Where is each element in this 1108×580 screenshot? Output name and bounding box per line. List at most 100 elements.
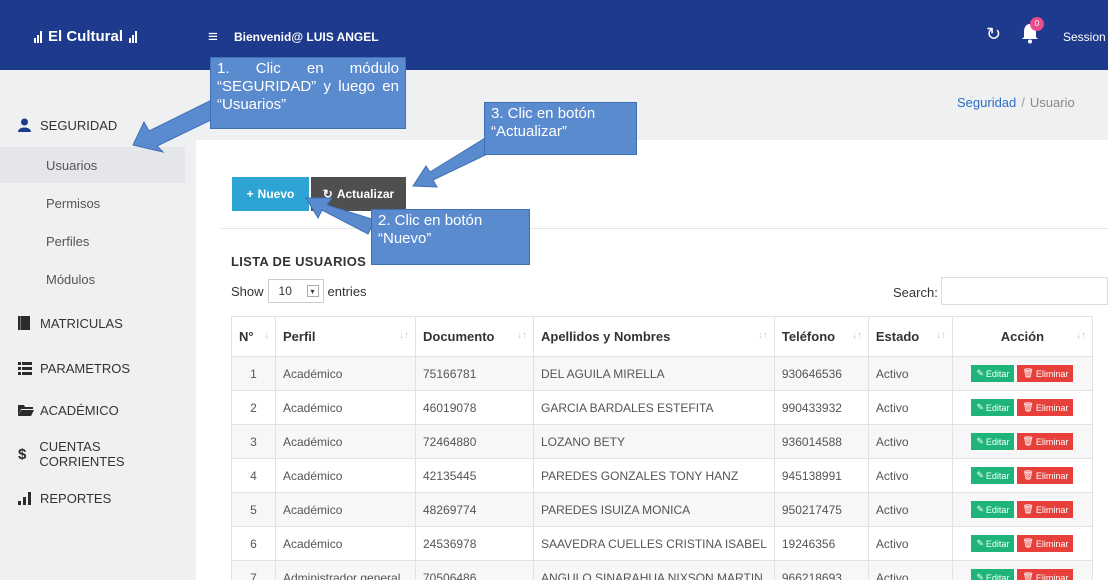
table-row: 2 Académico 46019078 GARCIA BARDALES ESTEFI…: [231, 390, 1093, 425]
refresh-icon: ↻: [322, 187, 333, 201]
cell-nombre: LOZANO BETY: [533, 424, 775, 459]
brand-logo[interactable]: El Cultural: [34, 28, 138, 45]
row-number: 7: [231, 560, 276, 580]
new-button[interactable]: + Nuevo: [232, 177, 309, 211]
delete-button-label: Eliminar: [1035, 572, 1069, 580]
cell-accion: ✎ Editar 🗑 Eliminar: [951, 356, 1093, 391]
sidebar-item-seguridad[interactable]: SEGURIDAD: [0, 107, 185, 143]
delete-button[interactable]: 🗑 Eliminar: [1017, 467, 1074, 484]
cell-estado: Activo: [867, 458, 953, 493]
cell-documento: 72464880: [415, 424, 534, 459]
sidebar-item-parametros[interactable]: PARAMETROS: [0, 350, 185, 386]
refresh-icon[interactable]: ↻: [986, 24, 1001, 45]
main-panel: + Nuevo ↻ Actualizar LISTA DE USUARIOS S…: [196, 140, 1108, 580]
column-header-telefono[interactable]: Teléfono ↓↑: [773, 316, 869, 357]
trash-icon: 🗑: [1022, 368, 1034, 378]
row-number: 5: [231, 492, 276, 527]
sidebar-subitem-permisos[interactable]: Permisos: [0, 185, 185, 221]
notification-badge: 0: [1030, 17, 1044, 31]
plus-icon: +: [246, 187, 254, 201]
delete-button-label: Eliminar: [1035, 470, 1069, 481]
breadcrumb-parent[interactable]: Seguridad: [957, 95, 1016, 110]
edit-button[interactable]: ✎ Editar: [971, 399, 1015, 416]
delete-button-label: Eliminar: [1035, 504, 1069, 515]
sidebar-subitem-usuarios[interactable]: Usuarios: [0, 147, 185, 183]
sidebar-item-cuentas-corrientes[interactable]: $ CUENTAS CORRIENTES: [0, 436, 185, 472]
column-header-estado[interactable]: Estado ↓↑: [867, 316, 953, 357]
row-actions: ✎ Editar 🗑 Eliminar: [960, 501, 1085, 518]
cell-perfil: Administrador general: [275, 560, 416, 580]
edit-button[interactable]: ✎ Editar: [971, 365, 1015, 382]
column-header-accion[interactable]: Acción ↓↑: [951, 316, 1093, 357]
cell-telefono: 930646536: [773, 356, 869, 391]
edit-button[interactable]: ✎ Editar: [971, 569, 1015, 580]
column-header-perfil[interactable]: Perfil ↓↑: [275, 316, 416, 357]
delete-button-label: Eliminar: [1035, 368, 1069, 379]
tutorial-callout-step3: 3. Clic en botón “Actualizar”: [484, 102, 637, 155]
tutorial-callout-step2: 2. Clic en botón “Nuevo”: [371, 209, 530, 265]
book-icon: [18, 316, 40, 330]
trash-icon: 🗑: [1022, 436, 1034, 446]
sidebar-item-academico[interactable]: ACADÉMICO: [0, 392, 185, 428]
cell-telefono: 945138991: [773, 458, 869, 493]
entries-select[interactable]: 10 ▾: [267, 279, 324, 303]
row-actions: ✎ Editar 🗑 Eliminar: [960, 433, 1085, 450]
hamburger-menu-button[interactable]: ≡: [208, 27, 218, 47]
sidebar-item-label: SEGURIDAD: [40, 117, 118, 133]
pencil-icon: ✎: [976, 368, 984, 378]
entries-length-control: Show 10 ▾ entries: [231, 279, 367, 303]
delete-button[interactable]: 🗑 Eliminar: [1017, 501, 1074, 518]
entries-select-value: 10: [278, 284, 292, 298]
table-row: 7 Administrador general 70506486 ANGULO SIN…: [231, 560, 1093, 580]
edit-button[interactable]: ✎ Editar: [971, 535, 1015, 552]
cell-accion: ✎ Editar 🗑 Eliminar: [951, 424, 1093, 459]
session-menu[interactable]: Session: [1063, 30, 1106, 44]
edit-button-label: Editar: [985, 402, 1010, 413]
sort-icon: ↓↑: [757, 330, 768, 341]
sidebar-subitem-perfiles[interactable]: Perfiles: [0, 223, 185, 259]
sort-icon: ↓↑: [517, 330, 527, 341]
refresh-button[interactable]: ↻ Actualizar: [311, 177, 406, 211]
trash-icon: 🗑: [1022, 402, 1034, 412]
column-header-documento[interactable]: Documento ↓↑: [415, 316, 534, 357]
row-number: 3: [231, 424, 276, 459]
sort-icon: ↓↑: [1075, 330, 1086, 341]
pencil-icon: ✎: [976, 538, 984, 548]
trash-icon: 🗑: [1022, 504, 1034, 514]
column-header-nombres[interactable]: Apellidos y Nombres ↓↑: [533, 316, 775, 357]
cell-accion: ✎ Editar 🗑 Eliminar: [951, 390, 1093, 425]
search-input[interactable]: [941, 277, 1108, 305]
delete-button[interactable]: 🗑 Eliminar: [1017, 399, 1074, 416]
delete-button[interactable]: 🗑 Eliminar: [1017, 569, 1074, 580]
edit-button[interactable]: ✎ Editar: [971, 433, 1015, 450]
sidebar-subitem-modulos[interactable]: Módulos: [0, 261, 185, 297]
column-header-number[interactable]: N° ↓: [231, 316, 276, 357]
breadcrumb-separator: /: [1021, 95, 1025, 110]
delete-button[interactable]: 🗑 Eliminar: [1017, 535, 1074, 552]
cell-estado: Activo: [867, 390, 953, 425]
chevron-down-icon: ▾: [306, 285, 319, 297]
table-row: 5 Académico 48269774 PAREDES ISUIZA MONICA 9…: [231, 492, 1093, 527]
edit-button[interactable]: ✎ Editar: [971, 467, 1015, 484]
edit-button-label: Editar: [985, 538, 1010, 549]
delete-button[interactable]: 🗑 Eliminar: [1017, 365, 1074, 382]
cell-accion: ✎ Editar 🗑 Eliminar: [951, 560, 1093, 580]
edit-button-label: Editar: [985, 368, 1010, 379]
sidebar-item-matriculas[interactable]: MATRICULAS: [0, 305, 185, 341]
edit-button-label: Editar: [985, 572, 1010, 580]
row-number: 2: [231, 390, 276, 425]
sidebar-item-label: MATRICULAS: [40, 315, 123, 331]
sidebar-item-label: PARAMETROS: [40, 360, 131, 376]
delete-button[interactable]: 🗑 Eliminar: [1017, 433, 1074, 450]
pencil-icon: ✎: [976, 402, 984, 412]
sort-icon: ↓↑: [399, 330, 409, 341]
folder-icon: [18, 404, 40, 416]
cell-documento: 46019078: [415, 390, 534, 425]
bar-chart-icon: [129, 30, 138, 43]
row-actions: ✎ Editar 🗑 Eliminar: [960, 467, 1085, 484]
delete-button-label: Eliminar: [1035, 402, 1069, 413]
edit-button[interactable]: ✎ Editar: [971, 501, 1015, 518]
sidebar-item-reportes[interactable]: REPORTES: [0, 480, 185, 516]
divider: [221, 228, 1108, 229]
trash-icon: 🗑: [1022, 572, 1034, 580]
